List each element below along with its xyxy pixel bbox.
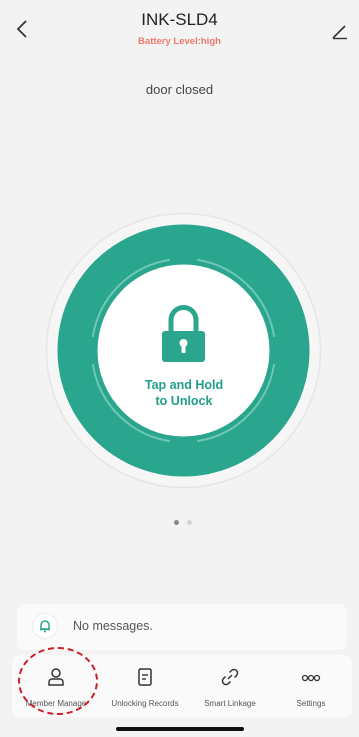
tab-label: Member Manage [25,699,87,708]
unlock-label-line2: to Unlock [155,394,213,408]
tab-label: Settings [296,699,326,708]
document-icon [138,668,152,686]
tab-label: Unlocking Records [111,699,179,708]
tab-unlocking-records[interactable]: Unlocking Records [100,655,190,717]
tab-settings[interactable]: Settings [270,655,352,717]
person-icon [48,668,64,686]
tab-member-manage[interactable]: Member Manage [12,655,100,717]
bottom-tab-bar: Member Manage Unlocking Records Smart Li… [12,655,352,717]
more-dots-icon [301,674,321,682]
battery-level: Battery Level:high [138,36,221,47]
unlock-dial[interactable] [45,212,322,489]
message-text: No messages. [73,619,153,633]
tab-label: Smart Linkage [204,699,256,708]
device-title: INK-SLD4 [141,10,218,29]
link-icon [221,668,239,686]
bell-icon [33,614,57,638]
door-status: door closed [145,82,214,97]
tab-smart-linkage[interactable]: Smart Linkage [190,655,270,717]
unlock-label[interactable]: Tap and Hold to Unlock [114,377,254,409]
message-panel[interactable]: No messages. [17,604,347,650]
unlock-label-line1: Tap and Hold [144,378,224,392]
edit-pencil-icon[interactable] [330,24,350,40]
page-dot-active[interactable] [174,520,179,525]
page-dot[interactable] [187,520,192,525]
home-indicator[interactable] [116,727,244,731]
